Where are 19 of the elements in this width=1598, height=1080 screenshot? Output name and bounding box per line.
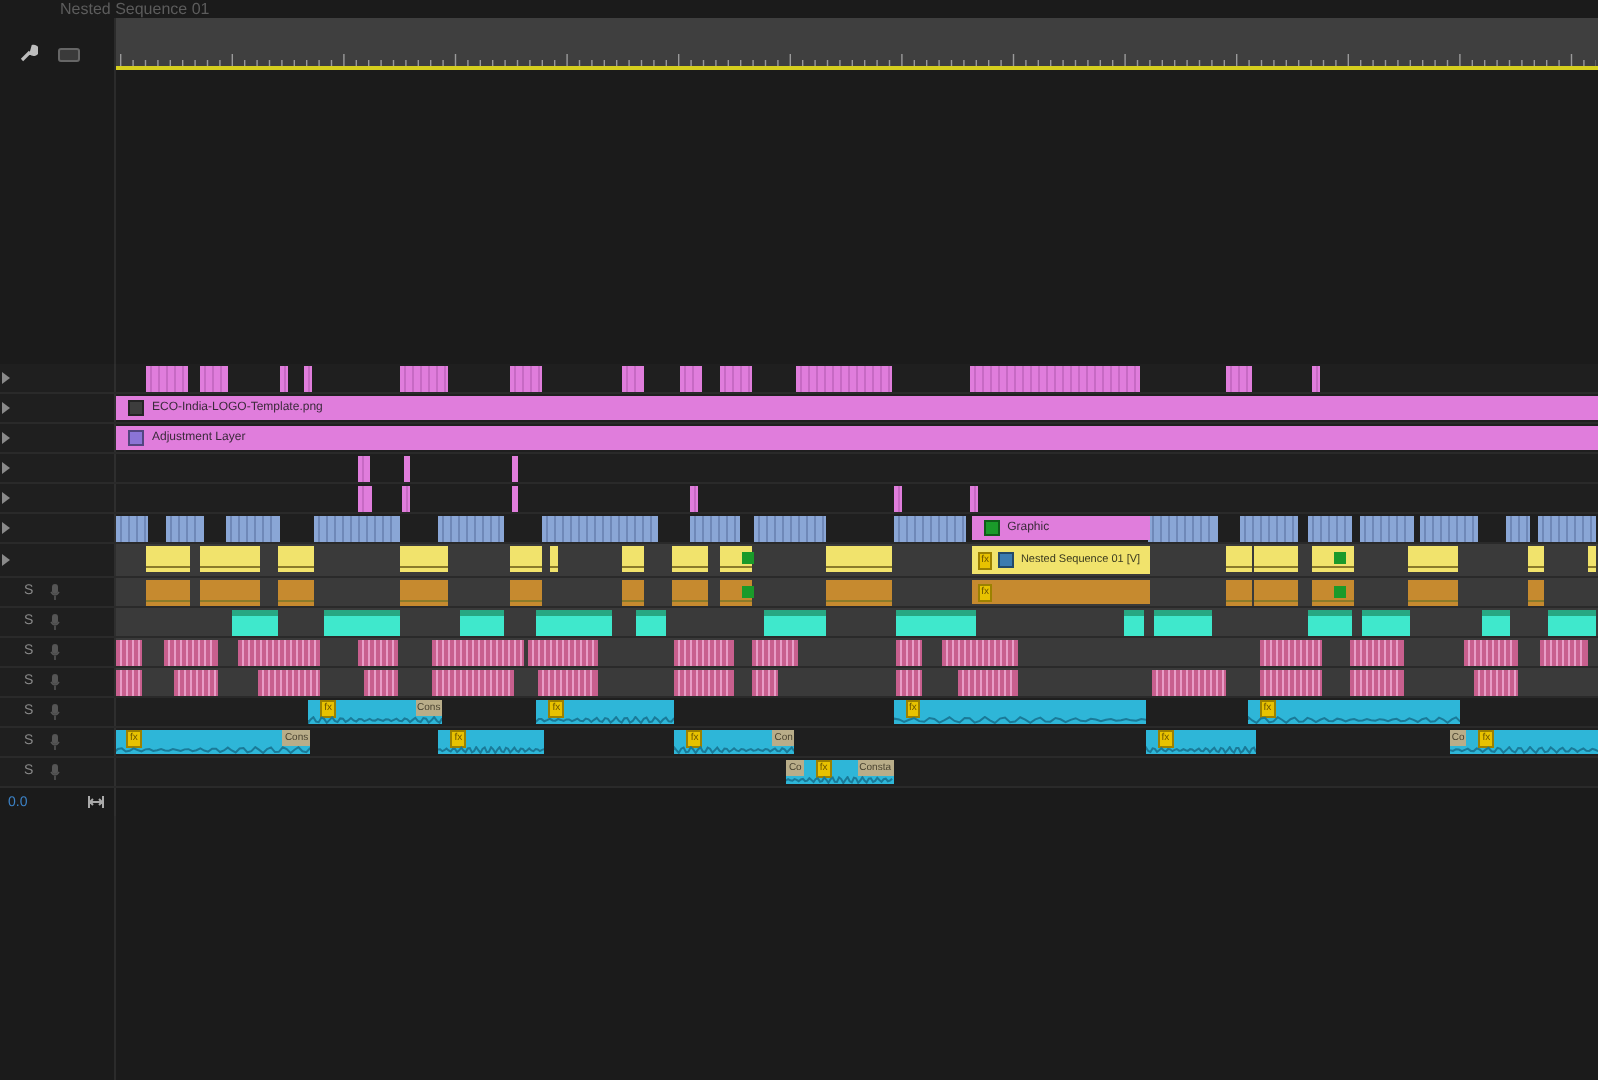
waveform-drawing [438, 746, 545, 754]
clip-icon [983, 520, 1000, 536]
sequence-title: Nested Sequence 01 [60, 2, 210, 18]
toggle-icon[interactable] [2, 402, 10, 414]
wrench-icon[interactable] [20, 44, 38, 62]
toggle-icon[interactable] [2, 432, 10, 444]
toggle-icon[interactable] [2, 462, 10, 474]
waveform-drawing [308, 716, 443, 724]
waveform-drawing [786, 776, 893, 784]
zoom-fit-icon[interactable] [88, 796, 104, 808]
waveform-drawing [536, 716, 675, 724]
nested-icon [998, 552, 1015, 568]
waveform-drawing [674, 746, 795, 754]
toggle-icon[interactable] [2, 522, 10, 534]
time-ruler[interactable] [116, 18, 1598, 70]
toggle-icon[interactable] [2, 492, 10, 504]
waveform-drawing [1145, 746, 1256, 754]
toggle-icon[interactable] [2, 372, 10, 384]
toggle-icon[interactable] [2, 554, 10, 566]
